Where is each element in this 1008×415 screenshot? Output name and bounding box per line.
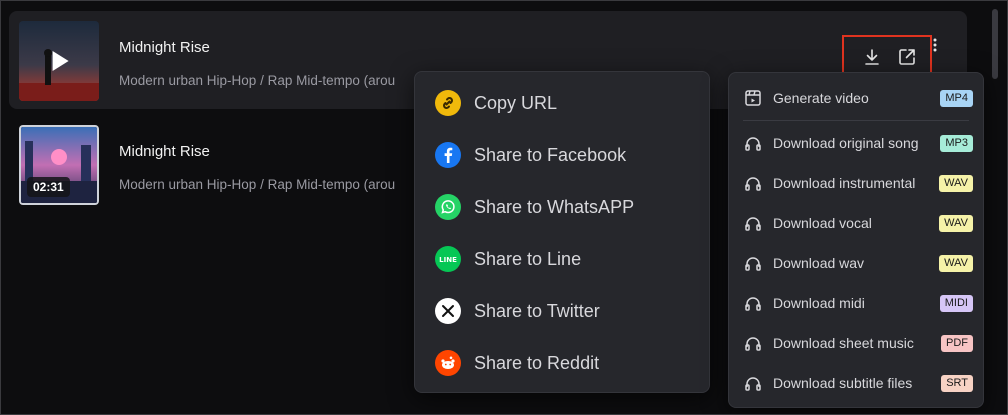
track-cover[interactable]: 02:31 <box>19 125 99 205</box>
menu-item-download-sheet-music[interactable]: Download sheet music PDF <box>729 322 983 362</box>
share-item-whatsapp[interactable]: Share to WhatsAPP <box>415 181 709 233</box>
headphones-icon <box>743 373 763 393</box>
format-badge: WAV <box>939 215 973 232</box>
reddit-icon <box>435 350 461 376</box>
menu-item-label: Download wav <box>773 255 865 271</box>
scrollbar[interactable] <box>992 9 998 79</box>
menu-item-download-vocal[interactable]: Download vocal WAV <box>729 202 983 242</box>
share-item-label: Share to Twitter <box>474 300 600 321</box>
menu-item-download-midi[interactable]: Download midi MIDI <box>729 282 983 322</box>
track-title[interactable]: Midnight Rise <box>119 143 210 160</box>
menu-item-download-instrumental[interactable]: Download instrumental WAV <box>729 162 983 202</box>
menu-item-label: Download midi <box>773 295 865 311</box>
share-icon[interactable] <box>895 45 919 69</box>
menu-item-label: Download instrumental <box>773 175 916 191</box>
link-icon <box>435 90 461 116</box>
whatsapp-icon <box>435 194 461 220</box>
menu-item-generate-video[interactable]: Generate video MP4 <box>729 77 983 117</box>
share-item-label: Copy URL <box>474 92 558 113</box>
share-item-twitter[interactable]: Share to Twitter <box>415 285 709 337</box>
app-frame: Midnight Rise Modern urban Hip-Hop / Rap… <box>0 0 1008 415</box>
more-vertical-icon[interactable] <box>925 33 945 57</box>
track-description: Modern urban Hip-Hop / Rap Mid-tempo (ar… <box>119 73 396 88</box>
menu-item-label: Generate video <box>773 90 869 106</box>
format-badge: WAV <box>939 255 973 272</box>
menu-item-download-subtitle-files[interactable]: Download subtitle files SRT <box>729 362 983 402</box>
facebook-icon <box>435 142 461 168</box>
video-icon <box>743 88 763 108</box>
download-icon[interactable] <box>860 45 884 69</box>
headphones-icon <box>743 293 763 313</box>
share-item-label: Share to Facebook <box>474 144 627 165</box>
menu-divider <box>743 120 969 121</box>
headphones-icon <box>743 253 763 273</box>
headphones-icon <box>743 213 763 233</box>
headphones-icon <box>743 133 763 153</box>
headphones-icon <box>743 333 763 353</box>
menu-item-download-original-song[interactable]: Download original song MP3 <box>729 122 983 162</box>
play-icon[interactable] <box>52 51 69 71</box>
menu-item-label: Download vocal <box>773 215 872 231</box>
format-badge: SRT <box>941 375 973 392</box>
menu-item-label: Download sheet music <box>773 335 914 351</box>
share-item-facebook[interactable]: Share to Facebook <box>415 129 709 181</box>
line-icon: LINE <box>435 246 461 272</box>
track-cover[interactable] <box>19 21 99 101</box>
track-duration: 02:31 <box>27 177 70 197</box>
twitter-x-icon <box>435 298 461 324</box>
share-item-copy-url[interactable]: Copy URL <box>415 77 709 129</box>
menu-item-label: Download original song <box>773 135 919 151</box>
share-item-line[interactable]: LINE Share to Line <box>415 233 709 285</box>
format-badge: MP3 <box>940 135 973 152</box>
share-menu: Copy URL Share to Facebook Share to What… <box>414 71 710 393</box>
share-item-label: Share to WhatsAPP <box>474 196 635 217</box>
format-badge: MP4 <box>940 90 973 107</box>
track-description: Modern urban Hip-Hop / Rap Mid-tempo (ar… <box>119 177 396 192</box>
menu-item-label: Download subtitle files <box>773 375 913 391</box>
share-item-label: Share to Reddit <box>474 352 600 373</box>
download-menu: Generate video MP4 Download original son… <box>728 72 984 408</box>
track-title[interactable]: Midnight Rise <box>119 39 210 56</box>
headphones-icon <box>743 173 763 193</box>
format-badge: WAV <box>939 175 973 192</box>
svg-text:LINE: LINE <box>439 256 457 264</box>
menu-item-download-wav[interactable]: Download wav WAV <box>729 242 983 282</box>
share-item-label: Share to Line <box>474 248 582 269</box>
format-badge: PDF <box>941 335 973 352</box>
format-badge: MIDI <box>939 295 973 312</box>
share-item-reddit[interactable]: Share to Reddit <box>415 337 709 389</box>
